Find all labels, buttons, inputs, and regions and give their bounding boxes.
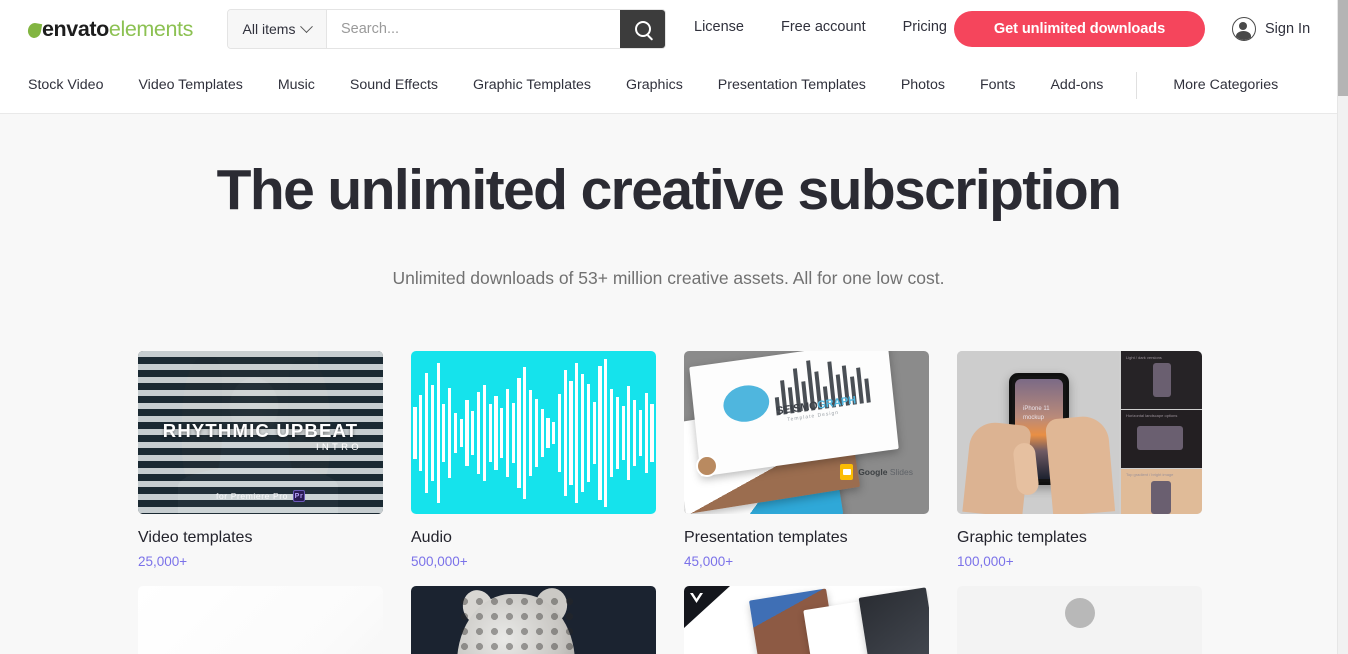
card-thumbnail-audio bbox=[411, 351, 656, 514]
get-unlimited-downloads-button[interactable]: Get unlimited downloads bbox=[954, 11, 1205, 47]
sign-in-button[interactable]: Sign In bbox=[1232, 17, 1310, 41]
nav-item-add-ons[interactable]: Add-ons bbox=[1050, 77, 1103, 93]
sign-in-label: Sign In bbox=[1265, 21, 1311, 37]
thumb-title: RHYTHMIC UPBEAT bbox=[162, 420, 359, 441]
nav-item-sound-effects[interactable]: Sound Effects bbox=[350, 77, 438, 93]
card-row2-item-2[interactable] bbox=[411, 586, 656, 654]
nav-item-presentation-templates[interactable]: Presentation Templates bbox=[718, 77, 866, 93]
search-category-dropdown[interactable]: All items bbox=[228, 10, 327, 48]
thumb-side-panel-3: Top gradient / bright image bbox=[1121, 469, 1202, 514]
header-links: License Free account Pricing bbox=[694, 19, 947, 35]
thumb-snow-leopard bbox=[457, 594, 575, 654]
card-thumbnail-row2-1 bbox=[138, 586, 383, 654]
search-bar: All items bbox=[227, 9, 666, 49]
thumb-blue-blob bbox=[721, 382, 771, 425]
category-nav: Stock Video Video Templates Music Sound … bbox=[0, 58, 1337, 112]
card-count: 25,000+ bbox=[138, 554, 188, 569]
card-row2-item-4[interactable] bbox=[957, 586, 1202, 654]
header-link-free-account[interactable]: Free account bbox=[781, 19, 866, 35]
card-audio[interactable]: Audio 500,000+ bbox=[411, 351, 656, 569]
page-scrollbar[interactable] bbox=[1337, 0, 1348, 654]
thumb-phone-text: iPhone 11 mockup bbox=[1023, 405, 1050, 423]
card-title: Presentation templates bbox=[684, 529, 848, 546]
header-link-license[interactable]: License bbox=[694, 19, 744, 35]
hero-subtitle: Unlimited downloads of 53+ million creat… bbox=[392, 267, 945, 288]
nav-item-stock-video[interactable]: Stock Video bbox=[28, 77, 103, 93]
thumb-circle-shape bbox=[1065, 598, 1095, 628]
search-category-label: All items bbox=[242, 21, 296, 37]
thumb-side-phone-3 bbox=[1151, 481, 1171, 514]
badge-product: Slides bbox=[889, 467, 913, 477]
thumb-dark-corner bbox=[684, 586, 730, 628]
user-avatar-icon bbox=[1232, 17, 1256, 41]
card-thumbnail-video-templates: RHYTHMIC UPBEAT INTRO for Premiere Pro P… bbox=[138, 351, 383, 514]
thumb-caption-1: Light / dark versions bbox=[1126, 355, 1162, 360]
card-thumbnail-row2-2 bbox=[411, 586, 656, 654]
card-title: Graphic templates bbox=[957, 529, 1087, 546]
nav-item-more-categories[interactable]: More Categories bbox=[1173, 77, 1278, 93]
search-submit-button[interactable] bbox=[620, 10, 665, 48]
google-slides-badge: Google Slides bbox=[840, 464, 913, 480]
thumb-subtitle: INTRO bbox=[315, 442, 362, 453]
audio-waveform-icon bbox=[411, 351, 656, 514]
thumb-caption-3: Top gradient / bright image bbox=[1126, 472, 1174, 477]
badge-brand: Google bbox=[858, 467, 888, 477]
hero-section: The unlimited creative subscription Unli… bbox=[0, 113, 1337, 289]
category-card-grid: RHYTHMIC UPBEAT INTRO for Premiere Pro P… bbox=[138, 351, 1202, 654]
card-title: Video templates bbox=[138, 529, 253, 546]
thumb-slide-front: SEISMOGRAPH Template Design bbox=[689, 351, 899, 477]
thumb-side-phone-1 bbox=[1153, 363, 1171, 397]
card-title: Audio bbox=[411, 529, 452, 546]
card-presentation-templates[interactable]: SEISMOGRAPH Template Design Google Slide… bbox=[684, 351, 929, 569]
thumb-footer: for Premiere Pro Pr bbox=[138, 490, 383, 502]
google-slides-icon bbox=[840, 464, 854, 480]
header-link-pricing[interactable]: Pricing bbox=[903, 19, 947, 35]
thumb-side-panel-2: Horizontal landscape options bbox=[1121, 410, 1202, 468]
logo-text-elements: elements bbox=[108, 17, 193, 41]
card-thumbnail-presentation-templates: SEISMOGRAPH Template Design Google Slide… bbox=[684, 351, 929, 514]
header-top-row: envato elements All items License Free a… bbox=[0, 0, 1337, 58]
card-graphic-templates[interactable]: iPhone 11 mockup Light / dark versions H… bbox=[957, 351, 1202, 569]
card-count: 500,000+ bbox=[411, 554, 468, 569]
site-header: envato elements All items License Free a… bbox=[0, 0, 1337, 113]
thumb-title: iPhone 11 bbox=[1023, 406, 1050, 412]
nav-item-photos[interactable]: Photos bbox=[901, 77, 945, 93]
card-thumbnail-row2-3 bbox=[684, 586, 929, 654]
card-row2-item-3[interactable] bbox=[684, 586, 929, 654]
thumb-person-avatar bbox=[696, 455, 718, 477]
premiere-pro-icon: Pr bbox=[292, 490, 305, 502]
chevron-down-icon bbox=[300, 19, 314, 33]
thumb-caption-2: Horizontal landscape options bbox=[1126, 413, 1178, 418]
nav-item-fonts[interactable]: Fonts bbox=[980, 77, 1015, 93]
card-row2-item-1[interactable] bbox=[138, 586, 383, 654]
thumb-side-phone-2 bbox=[1137, 426, 1183, 450]
site-logo[interactable]: envato elements bbox=[26, 17, 193, 42]
card-count: 45,000+ bbox=[684, 554, 734, 569]
card-thumbnail-row2-4 bbox=[957, 586, 1202, 654]
page-title: The unlimited creative subscription bbox=[216, 158, 1122, 222]
nav-item-video-templates[interactable]: Video Templates bbox=[138, 77, 242, 93]
card-thumbnail-graphic-templates: iPhone 11 mockup Light / dark versions H… bbox=[957, 351, 1202, 514]
page-root: envato elements All items License Free a… bbox=[0, 0, 1348, 654]
thumb-footer-text: for Premiere Pro bbox=[216, 491, 288, 501]
thumb-subtitle: mockup bbox=[1023, 415, 1045, 421]
thumb-hand-right bbox=[1044, 414, 1116, 514]
card-video-templates[interactable]: RHYTHMIC UPBEAT INTRO for Premiere Pro P… bbox=[138, 351, 383, 569]
envato-leaf-icon bbox=[26, 21, 43, 40]
search-input[interactable] bbox=[327, 10, 620, 48]
thumb-screenshot-c bbox=[858, 587, 929, 654]
nav-item-music[interactable]: Music bbox=[278, 77, 315, 93]
search-icon bbox=[634, 21, 651, 37]
nav-item-graphic-templates[interactable]: Graphic Templates bbox=[473, 77, 591, 93]
thumb-fur-spots bbox=[457, 594, 575, 654]
logo-text-envato: envato bbox=[42, 17, 109, 41]
card-count: 100,000+ bbox=[957, 554, 1014, 569]
thumb-side-panel-1: Light / dark versions bbox=[1121, 351, 1202, 409]
nav-item-graphics[interactable]: Graphics bbox=[626, 77, 683, 93]
scrollbar-thumb[interactable] bbox=[1338, 0, 1348, 96]
nav-divider bbox=[1136, 71, 1138, 99]
